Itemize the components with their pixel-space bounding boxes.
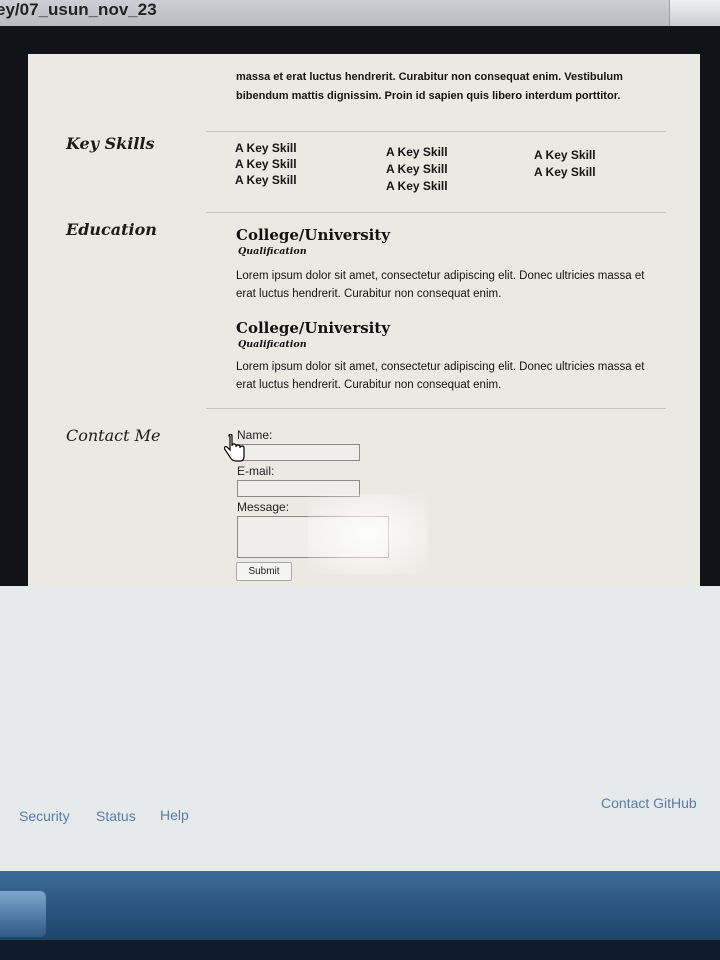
school-name: College/University [236, 319, 391, 337]
divider [206, 408, 666, 409]
contact-heading: Contact Me [66, 426, 161, 445]
footer-link-contact-github[interactable]: Contact GitHub [601, 795, 697, 811]
skills-column-2: A Key Skill A Key Skill A Key Skill [386, 144, 448, 195]
email-input[interactable] [237, 480, 360, 497]
school-name: College/University [236, 226, 391, 244]
education-description: Lorem ipsum dolor sit amet, consectetur … [236, 361, 645, 391]
email-label: E-mail: [237, 464, 275, 478]
skills-column-1: A Key Skill A Key Skill A Key Skill [235, 140, 297, 188]
footer-link-status[interactable]: Status [96, 808, 136, 824]
skill-item: A Key Skill [386, 145, 448, 159]
start-button[interactable] [0, 891, 46, 937]
skill-item: A Key Skill [534, 148, 596, 162]
screen-bezel [0, 940, 720, 960]
qualification: Qualification [238, 339, 307, 350]
education-description: Lorem ipsum dolor sit amet, consectetur … [236, 270, 645, 300]
skill-item: A Key Skill [386, 162, 448, 176]
window-title-bar: ey/07_usun_nov_23 [0, 0, 720, 27]
skill-item: A Key Skill [534, 165, 596, 179]
skill-item: A Key Skill [386, 179, 448, 193]
skill-item: A Key Skill [235, 173, 297, 187]
submit-button[interactable]: Submit [236, 562, 292, 581]
divider [206, 131, 666, 132]
skills-column-3: A Key Skill A Key Skill [534, 147, 596, 181]
education-heading: Education [66, 220, 157, 239]
window-title: ey/07_usun_nov_23 [0, 0, 157, 19]
message-label: Message: [237, 500, 290, 514]
window-control-button[interactable] [669, 0, 720, 26]
content-frame: massa et erat luctus hendrerit. Curabitu… [0, 26, 720, 591]
qualification: Qualification [238, 246, 307, 257]
message-textarea[interactable] [237, 516, 389, 558]
hand-cursor-icon [224, 434, 245, 462]
page-footer-area: Security Status Help Contact GitHub [0, 586, 720, 871]
skill-item: A Key Skill [235, 157, 297, 171]
skill-item: A Key Skill [235, 141, 297, 155]
footer-link-security[interactable]: Security [19, 808, 70, 824]
divider [206, 212, 666, 213]
name-input[interactable] [237, 444, 360, 461]
intro-paragraph: massa et erat luctus hendrerit. Curabitu… [236, 71, 623, 102]
resume-page: massa et erat luctus hendrerit. Curabitu… [28, 54, 700, 591]
key-skills-heading: Key Skills [66, 134, 155, 153]
footer-link-help[interactable]: Help [160, 807, 189, 823]
